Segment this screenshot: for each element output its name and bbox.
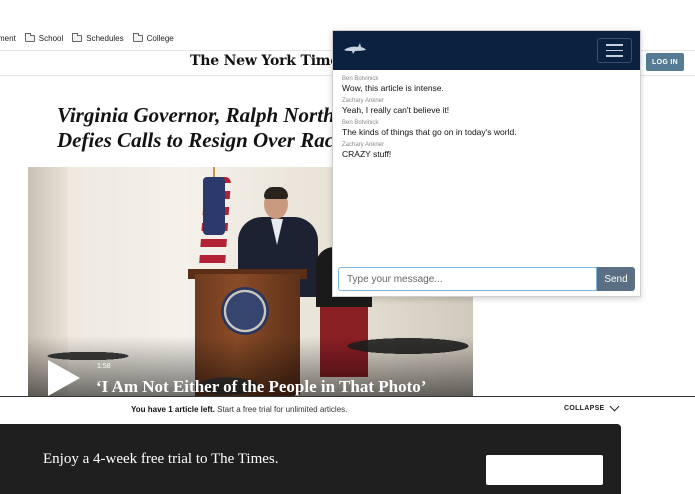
- bookmark-label: College: [146, 33, 174, 43]
- site-masthead[interactable]: The New York Times: [190, 53, 347, 69]
- message-text: Wow, this article is intense.: [342, 83, 444, 93]
- headline-line: Defies Calls to Resign Over Racist: [57, 128, 354, 152]
- menu-icon[interactable]: [597, 38, 632, 63]
- message-text: CRAZY stuff!: [342, 149, 392, 159]
- bookmark-partial[interactable]: ment: [0, 34, 16, 43]
- bookmark-college[interactable]: College: [132, 32, 174, 43]
- video-caption[interactable]: ‘I Am Not Either of the People in That P…: [96, 377, 426, 396]
- speaker-hair: [264, 187, 288, 199]
- bookmarks-bar: ment School Schedules College: [0, 28, 332, 48]
- bookmark-school[interactable]: School: [24, 32, 64, 43]
- chat-message: Zachary Ankner CRAZY stuff!: [342, 142, 632, 160]
- meter-bold-text: You have 1 article left.: [131, 405, 215, 414]
- message-input[interactable]: [338, 267, 597, 291]
- chat-widget: Ben Botvinick Wow, this article is inten…: [332, 30, 641, 297]
- article-meter-bar: You have 1 article left. Start a free tr…: [0, 396, 695, 421]
- trial-text: Enjoy a 4-week free trial to The Times.: [43, 451, 279, 467]
- shark-logo-icon: [344, 43, 366, 54]
- login-button[interactable]: LOG IN: [646, 53, 684, 71]
- message-author: Ben Botvinick: [342, 120, 379, 126]
- video-duration: 1:58: [97, 363, 111, 370]
- chat-messages: Ben Botvinick Wow, this article is inten…: [342, 76, 632, 164]
- send-button[interactable]: Send: [597, 267, 635, 291]
- play-icon[interactable]: [48, 360, 80, 396]
- meter-text: You have 1 article left. Start a free tr…: [131, 405, 347, 414]
- collapse-button[interactable]: COLLAPSE: [564, 405, 605, 412]
- article-headline[interactable]: Virginia Governor, Ralph Northam, Defies…: [57, 103, 357, 153]
- message-text: Yeah, I really can't believe it!: [342, 105, 450, 115]
- meter-rest-text: Start a free trial for unlimited article…: [214, 405, 348, 414]
- bookmark-schedules[interactable]: Schedules: [72, 32, 124, 43]
- folder-icon: [72, 32, 83, 42]
- message-author: Ben Botvinick: [342, 76, 379, 82]
- bookmark-label: School: [38, 33, 64, 43]
- bookmark-label: ment: [0, 33, 16, 43]
- folder-icon: [24, 32, 35, 42]
- photo-flag-canton: [203, 177, 225, 235]
- headline-line: Virginia Governor, Ralph Northam,: [57, 103, 357, 127]
- trial-button[interactable]: [486, 455, 603, 485]
- trial-banner: Enjoy a 4-week free trial to The Times.: [0, 424, 621, 494]
- chat-message: Ben Botvinick The kinds of things that g…: [342, 120, 632, 138]
- message-author: Zachary Ankner: [342, 142, 385, 148]
- folder-icon: [132, 32, 143, 42]
- chat-message: Ben Botvinick Wow, this article is inten…: [342, 76, 632, 94]
- chat-header: [333, 31, 640, 70]
- message-author: Zachary Ankner: [342, 98, 385, 104]
- message-text: The kinds of things that go on in today'…: [342, 127, 517, 137]
- chat-message: Zachary Ankner Yeah, I really can't beli…: [342, 98, 632, 116]
- bookmark-label: Schedules: [86, 33, 124, 43]
- chevron-down-icon[interactable]: [609, 401, 620, 412]
